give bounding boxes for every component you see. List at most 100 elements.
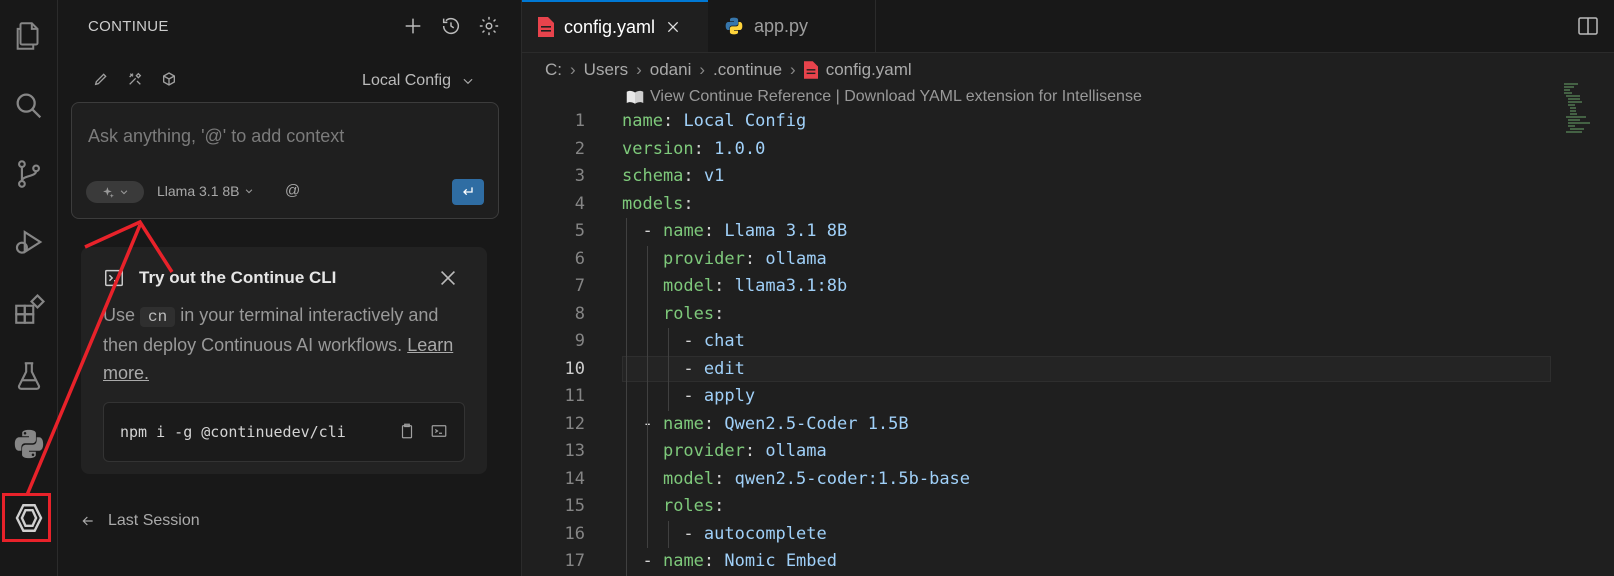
sidebar-title: CONTINUE xyxy=(88,18,169,35)
code-line[interactable]: 15 roles: xyxy=(522,493,1614,521)
split-editor-icon[interactable] xyxy=(1576,14,1600,38)
last-session-link[interactable]: Last Session xyxy=(80,512,200,530)
send-button[interactable] xyxy=(452,179,484,205)
code-line[interactable]: 12 - name: Qwen2.5-Coder 1.5B xyxy=(522,411,1614,439)
cli-promo-card: Try out the Continue CLI Use cn in your … xyxy=(81,247,487,474)
yaml-value: qwen2.5-coder:1.5b-base xyxy=(734,468,971,489)
arrow-left-icon xyxy=(82,516,93,526)
plus-icon[interactable] xyxy=(401,14,425,38)
yaml-value: Qwen2.5-Coder 1.5B xyxy=(724,413,909,434)
cli-text-before: Use xyxy=(103,305,136,325)
code-text: roles: xyxy=(662,496,725,516)
breadcrumb-item[interactable]: config.yaml xyxy=(826,60,912,80)
install-command: npm i -g @continuedev/cli xyxy=(120,423,346,441)
line-number: 3 xyxy=(574,166,585,186)
code-line[interactable]: 9 - chat xyxy=(522,328,1614,356)
line-number: 14 xyxy=(564,468,585,489)
terminal-icon xyxy=(105,269,123,287)
yaml-key: name xyxy=(662,551,704,571)
yaml-value: chat xyxy=(703,331,745,351)
code-line[interactable]: 8 roles: xyxy=(522,301,1614,329)
config-selector-label: Local Config xyxy=(362,72,451,89)
code-line[interactable]: 6 provider: ollama xyxy=(522,246,1614,274)
search-icon[interactable] xyxy=(0,80,57,132)
code-line[interactable]: 3 schema: v1 xyxy=(522,163,1614,191)
yaml-key: models xyxy=(622,193,684,214)
code-line[interactable]: 2 version: 1.0.0 xyxy=(522,136,1614,164)
breadcrumb-item[interactable]: .continue xyxy=(713,60,782,80)
code-line[interactable]: 10 - edit xyxy=(522,355,1614,384)
explorer-icon[interactable] xyxy=(0,10,57,62)
tab-config-yaml[interactable]: config.yaml xyxy=(522,0,708,52)
history-icon[interactable] xyxy=(439,14,463,38)
testing-icon[interactable] xyxy=(0,350,57,402)
code-line[interactable]: 1 name: Local Config xyxy=(522,108,1614,136)
mode-selector[interactable] xyxy=(86,181,144,203)
code-line[interactable]: 17 - name: Nomic Embed xyxy=(522,548,1614,576)
code-line[interactable]: 5 - name: Llama 3.1 8B xyxy=(522,218,1614,246)
chat-input[interactable] xyxy=(86,125,480,148)
yaml-key: name xyxy=(622,111,663,131)
yaml-file-icon xyxy=(538,17,554,37)
breadcrumb-item[interactable]: C: xyxy=(545,60,562,80)
run-debug-icon[interactable] xyxy=(0,216,57,268)
book-icon xyxy=(626,90,644,104)
config-selector[interactable]: Local Config xyxy=(362,72,475,90)
code-text: - name: Nomic Embed xyxy=(642,551,837,571)
yaml-key: roles xyxy=(662,496,715,516)
line-number: 7 xyxy=(574,276,585,296)
chevron-right-icon: › xyxy=(699,60,706,79)
chevron-right-icon: › xyxy=(790,60,796,79)
code-line[interactable]: 16 - autocomplete xyxy=(522,521,1614,549)
yaml-value: edit xyxy=(703,358,745,379)
code-line[interactable]: 14 model: qwen2.5-coder:1.5b-base xyxy=(522,466,1614,494)
add-context-button[interactable]: @ xyxy=(285,182,300,199)
line-number: 8 xyxy=(574,303,585,324)
line-number: 2 xyxy=(574,138,585,159)
yaml-value: ollama xyxy=(765,441,827,461)
copy-icon[interactable] xyxy=(398,422,416,440)
minimap[interactable] xyxy=(1562,82,1602,134)
close-icon[interactable] xyxy=(665,19,681,35)
tab-label: config.yaml xyxy=(564,16,656,37)
yaml-value: autocomplete xyxy=(703,523,827,544)
yaml-key: model xyxy=(662,276,715,296)
code-line[interactable]: 11 - apply xyxy=(522,383,1614,411)
yaml-key: provider xyxy=(662,441,745,461)
yaml-value: llama3.1:8b xyxy=(734,276,848,296)
codelens[interactable]: View Continue Reference | Download YAML … xyxy=(626,88,1142,106)
tab-app-py[interactable]: app.py xyxy=(708,0,876,52)
yaml-key: provider xyxy=(662,248,745,269)
breadcrumb: C: › Users › odani › .continue › config.… xyxy=(545,60,912,80)
model-selector[interactable]: Llama 3.1 8B xyxy=(157,183,254,199)
pencil-icon[interactable] xyxy=(92,70,110,88)
indent-guide xyxy=(626,218,627,576)
yaml-value: 1.0.0 xyxy=(714,138,766,159)
breadcrumb-item[interactable]: odani xyxy=(650,60,692,80)
line-number: 15 xyxy=(564,496,585,516)
indent-guide xyxy=(668,520,669,548)
yaml-key: model xyxy=(662,468,715,489)
cube-icon[interactable] xyxy=(160,70,178,88)
code-line[interactable]: 7 model: llama3.1:8b xyxy=(522,273,1614,301)
code-line[interactable]: 4 models: xyxy=(522,191,1614,219)
breadcrumb-item[interactable]: Users xyxy=(584,60,628,80)
yaml-file-icon xyxy=(803,61,818,79)
run-in-terminal-icon[interactable] xyxy=(430,422,448,440)
close-icon[interactable] xyxy=(437,267,459,289)
yaml-key: name xyxy=(662,413,704,434)
indent-guide xyxy=(668,328,669,411)
continue-sidebar: CONTINUE Local Config Llama 3.1 8B @ Try xyxy=(58,0,522,576)
extensions-icon[interactable] xyxy=(0,284,57,336)
settings-gear-icon[interactable] xyxy=(477,14,501,38)
code-line[interactable]: 13 provider: ollama xyxy=(522,438,1614,466)
continue-highlight-box xyxy=(2,493,51,542)
code-editor[interactable]: 1 name: Local Config 2 version: 1.0.0 3 schem… xyxy=(522,108,1614,576)
line-number: 9 xyxy=(574,331,585,351)
python-icon[interactable] xyxy=(0,418,57,470)
yaml-value: Llama 3.1 8B xyxy=(724,221,848,241)
cli-card-text: Use cn in your terminal interactively an… xyxy=(103,301,463,387)
tools-icon[interactable] xyxy=(126,70,144,88)
line-number: 12 xyxy=(564,413,585,434)
source-control-icon[interactable] xyxy=(0,148,57,200)
